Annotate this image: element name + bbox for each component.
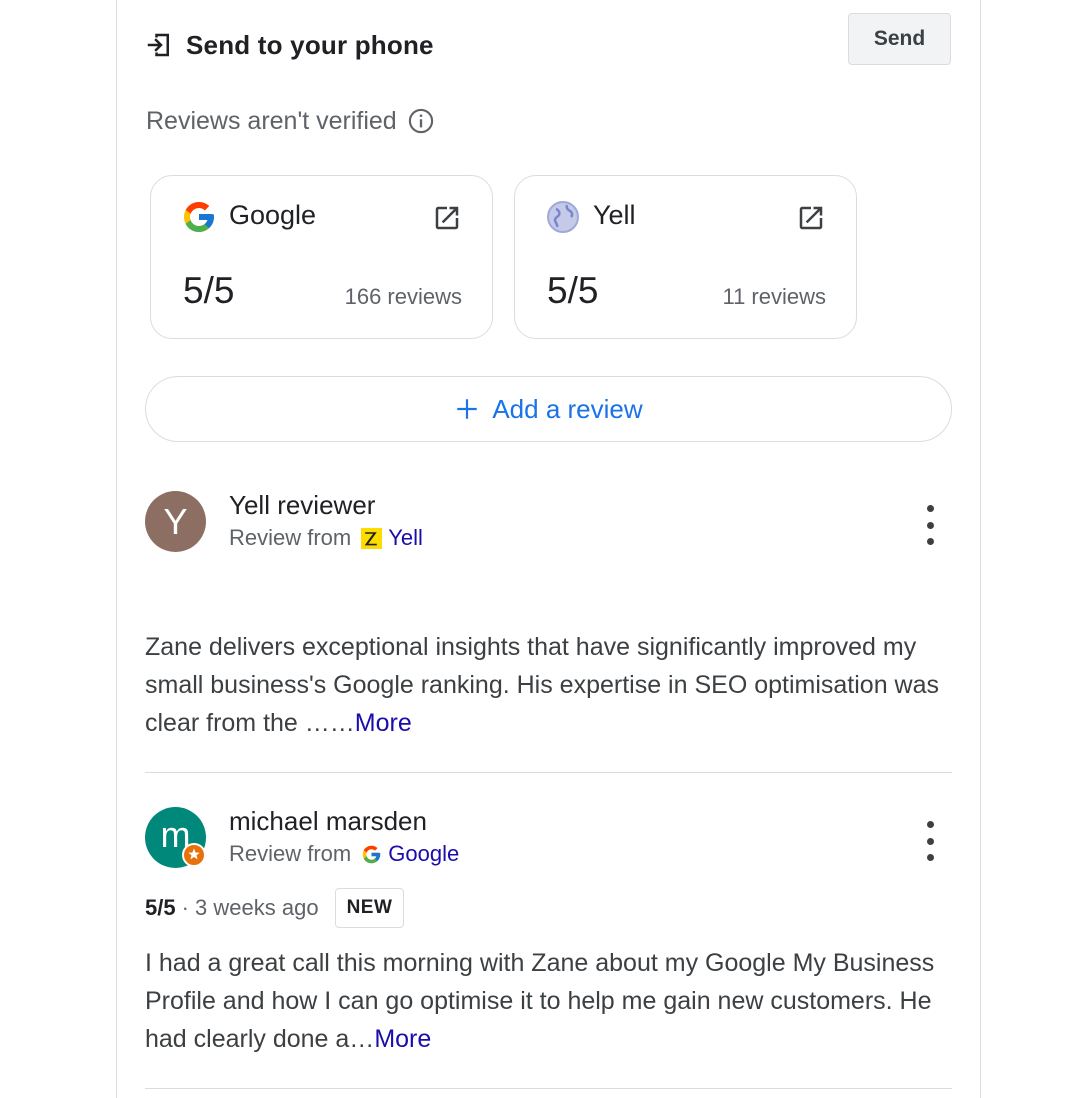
more-link[interactable]: More xyxy=(355,709,412,737)
review-source-line: Review from Yell xyxy=(229,525,423,551)
review-from-label: Review from xyxy=(229,841,352,866)
review-text: I had a great call this morning with Zan… xyxy=(145,944,945,1058)
reviewer-name[interactable]: Yell reviewer xyxy=(229,490,375,521)
source-rating: 5/5 xyxy=(547,270,599,311)
review-body: I had a great call this morning with Zan… xyxy=(145,949,935,1053)
source-rating: 5/5 xyxy=(183,270,235,311)
google-logo-icon xyxy=(361,844,382,865)
info-icon[interactable] xyxy=(407,107,435,135)
source-card-google[interactable]: Google 5/5 166 reviews xyxy=(150,175,493,339)
add-review-label: Add a review xyxy=(492,393,643,424)
verification-notice: Reviews aren't verified xyxy=(146,104,435,138)
verification-text: Reviews aren't verified xyxy=(146,106,397,135)
more-options-icon[interactable] xyxy=(918,821,942,861)
avatar[interactable]: Y xyxy=(145,491,206,552)
source-name: Yell xyxy=(593,200,636,230)
source-review-count: 11 reviews xyxy=(722,284,826,309)
review-time: · 3 weeks ago xyxy=(181,895,319,920)
review-source-line: Review from Google xyxy=(229,841,459,867)
google-logo-icon xyxy=(181,199,217,235)
send-to-phone-title: Send to your phone xyxy=(186,29,434,60)
review-source-link[interactable]: Yell xyxy=(388,525,423,551)
send-to-phone-row: Send to your phone xyxy=(144,28,434,62)
review-meta-row: 5/5 · 3 weeks ago NEW xyxy=(145,888,405,928)
globe-icon xyxy=(545,199,581,235)
open-in-new-icon xyxy=(796,203,826,233)
review-source-link[interactable]: Google xyxy=(388,841,459,867)
more-link[interactable]: More xyxy=(374,1025,431,1053)
review-text: Zane delivers exceptional insights that … xyxy=(145,628,945,742)
open-in-new-icon xyxy=(432,203,462,233)
source-review-count: 166 reviews xyxy=(344,284,462,309)
yell-logo-icon xyxy=(361,527,383,549)
source-card-yell[interactable]: Yell 5/5 11 reviews xyxy=(514,175,857,339)
source-name: Google xyxy=(229,200,317,230)
reviewer-name[interactable]: michael marsden xyxy=(229,806,427,837)
divider xyxy=(145,772,952,773)
avatar-letter: Y xyxy=(163,500,188,542)
review-from-label: Review from xyxy=(229,525,352,550)
local-guide-badge-icon xyxy=(182,843,206,867)
review-body: Zane delivers exceptional insights that … xyxy=(145,633,940,737)
divider xyxy=(145,1088,952,1089)
send-button[interactable]: Send xyxy=(848,13,951,65)
new-badge: NEW xyxy=(334,888,405,928)
review-rating: 5/5 xyxy=(145,895,176,920)
add-review-button[interactable]: Add a review xyxy=(145,376,952,442)
plus-icon xyxy=(454,396,480,422)
more-options-icon[interactable] xyxy=(918,505,942,545)
send-to-phone-icon xyxy=(144,30,174,60)
